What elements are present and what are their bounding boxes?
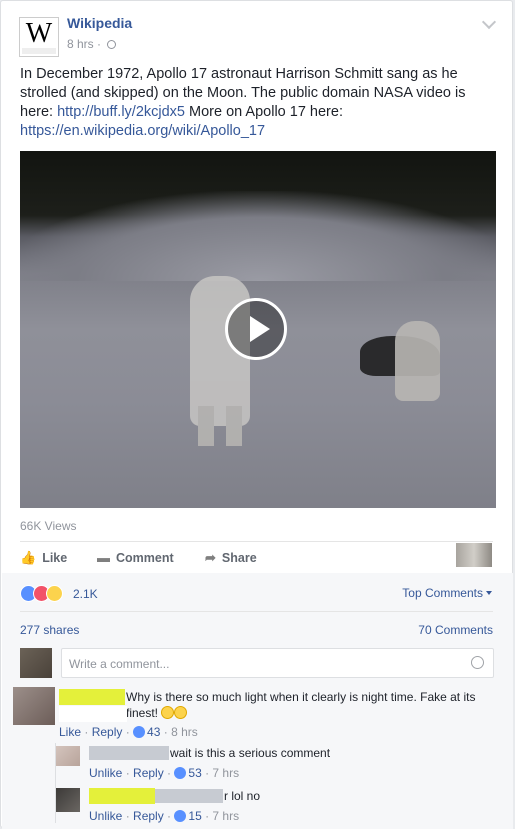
like-count-icon <box>174 810 187 822</box>
globe-icon <box>107 40 117 49</box>
view-count: 66K Views <box>20 519 77 533</box>
divider <box>20 611 493 612</box>
post-text: In December 1972, Apollo 17 astronaut Ha… <box>20 66 466 139</box>
laughing-emoji-icon <box>161 706 175 719</box>
reply-like-count[interactable]: 53 <box>188 766 201 780</box>
reply-time[interactable]: 7 hrs <box>212 809 239 823</box>
comment-icon: ▬ <box>97 550 110 565</box>
post-time[interactable]: 8 hrs <box>67 37 94 51</box>
page-avatar[interactable]: W <box>19 17 59 57</box>
emoji-icon[interactable] <box>471 656 484 669</box>
post-card: W Wikipedia 8 hrs · In December 1972, Ap… <box>0 0 513 829</box>
reply-text: r lol no <box>224 789 261 803</box>
laughing-emoji-icon <box>174 706 188 719</box>
replier-name[interactable] <box>89 788 155 804</box>
reply-link[interactable]: Reply <box>133 766 164 780</box>
comment-text: Why is there so much light when it clear… <box>126 690 476 720</box>
comment-input[interactable]: Write a comment... <box>61 648 494 678</box>
replier-avatar[interactable] <box>56 788 80 812</box>
commenter-avatar[interactable] <box>13 687 55 725</box>
like-count-icon <box>174 767 187 779</box>
tagged-name[interactable] <box>155 789 223 803</box>
comment-like-count[interactable]: 43 <box>147 725 160 739</box>
wow-reaction-icon <box>46 585 63 602</box>
chevron-down-icon[interactable] <box>481 14 497 30</box>
comment-time[interactable]: 8 hrs <box>171 725 198 739</box>
post-meta: 8 hrs · <box>67 37 117 51</box>
commenter-name[interactable] <box>59 689 125 705</box>
video-link[interactable]: http://buff.ly/2kcjdx5 <box>57 104 185 120</box>
unlike-reply-link[interactable]: Unlike <box>89 766 122 780</box>
like-button[interactable]: 👍 Like <box>20 550 67 566</box>
like-count-icon <box>133 726 146 738</box>
like-comment-link[interactable]: Like <box>59 725 81 739</box>
replier-avatar[interactable] <box>56 746 80 766</box>
reaction-icons[interactable] <box>20 585 63 602</box>
viewer-avatar[interactable] <box>456 543 492 567</box>
reply-link[interactable]: Reply <box>92 725 123 739</box>
caret-down-icon <box>486 591 492 595</box>
video-player[interactable] <box>20 151 496 508</box>
lunar-horizon <box>20 191 496 281</box>
unlike-reply-link[interactable]: Unlike <box>89 809 122 823</box>
thumbs-up-icon: 👍 <box>20 550 37 565</box>
play-button-icon[interactable] <box>225 298 287 360</box>
reply-meta: Unlike · Reply · 53 · 7 hrs <box>89 766 240 780</box>
reaction-count[interactable]: 2.1K <box>73 587 98 601</box>
logo-caption <box>22 48 56 54</box>
user-avatar[interactable] <box>20 648 52 678</box>
top-comments-dropdown[interactable]: Top Comments <box>402 586 492 600</box>
comment-meta: Like · Reply · 43 · 8 hrs <box>59 725 198 739</box>
reply-link[interactable]: Reply <box>133 809 164 823</box>
shares-count[interactable]: 277 shares <box>20 623 79 637</box>
replier-name[interactable] <box>89 746 169 760</box>
comment-button[interactable]: ▬ Comment <box>97 550 174 565</box>
page-name-link[interactable]: Wikipedia <box>67 15 132 31</box>
reply-text: wait is this a serious comment <box>170 746 331 760</box>
share-button[interactable]: ➦ Share <box>205 550 257 566</box>
divider <box>20 541 493 542</box>
share-arrow-icon: ➦ <box>205 550 216 565</box>
reply-time[interactable]: 7 hrs <box>212 766 239 780</box>
second-astronaut-figure <box>395 321 440 401</box>
comments-count[interactable]: 70 Comments <box>418 623 493 637</box>
comment-placeholder: Write a comment... <box>69 657 170 671</box>
reply-like-count[interactable]: 15 <box>188 809 201 823</box>
reply-meta: Unlike · Reply · 15 · 7 hrs <box>89 809 240 823</box>
wiki-link[interactable]: https://en.wikipedia.org/wiki/Apollo_17 <box>20 123 265 139</box>
wikipedia-logo: W <box>25 18 53 49</box>
